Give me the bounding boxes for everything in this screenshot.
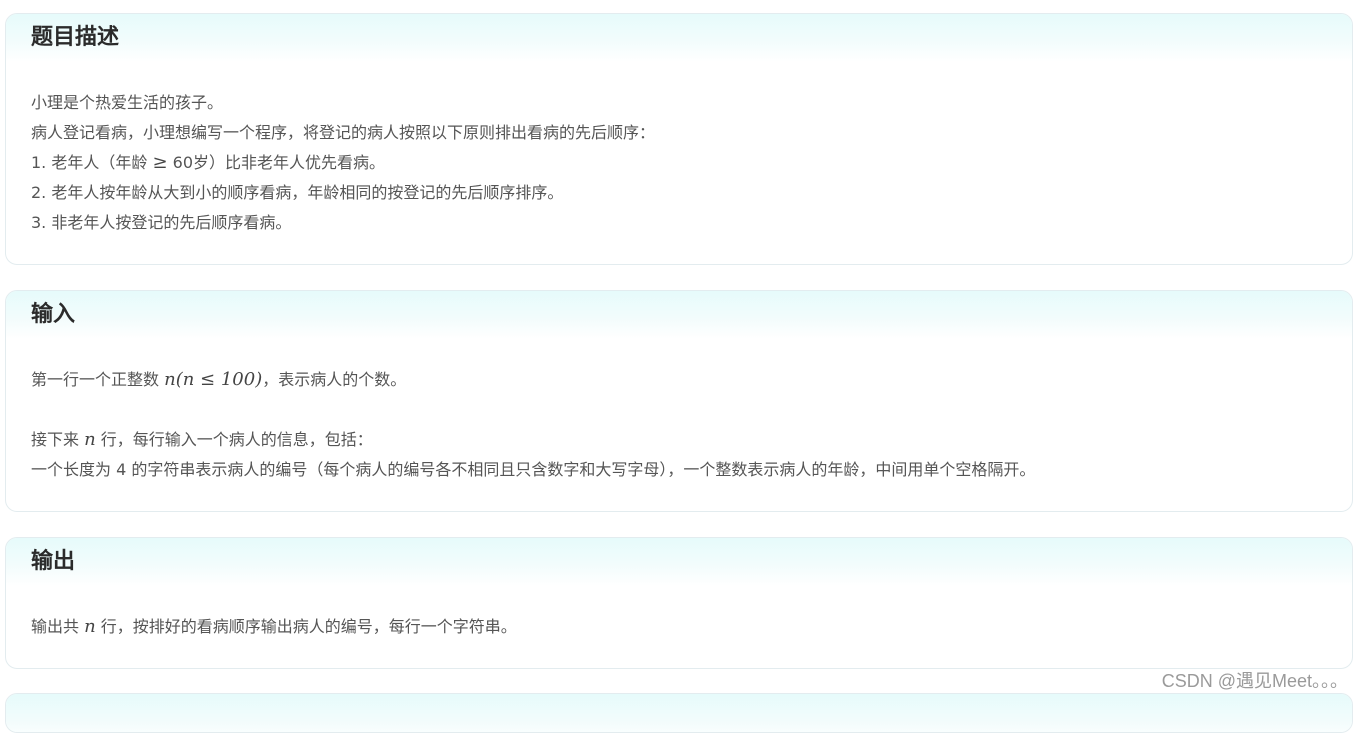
input-line-1-var: n bbox=[164, 369, 176, 390]
rule-1-post: 60岁）比非老年人优先看病。 bbox=[172, 153, 386, 172]
output-line-var: n bbox=[84, 616, 96, 637]
description-panel: 题目描述 小理是个热爱生活的孩子。 病人登记看病，小理想编写一个程序，将登记的病… bbox=[5, 13, 1353, 265]
input-line-2-var: n bbox=[84, 429, 96, 450]
description-heading: 题目描述 bbox=[31, 25, 120, 50]
input-line-2: 接下来 n 行，每行输入一个病人的信息，包括： bbox=[31, 429, 373, 451]
input-panel: 输入 第一行一个正整数 n(n ≤ 100)，表示病人的个数。 接下来 n 行，… bbox=[5, 290, 1353, 512]
description-line-2: 病人登记看病，小理想编写一个程序，将登记的病人按照以下原则排出看病的先后顺序： bbox=[31, 123, 656, 142]
description-line-4: 2. 老年人按年龄从大到小的顺序看病，年龄相同的按登记的先后顺序排序。 bbox=[31, 183, 564, 202]
input-header: 输入 bbox=[6, 291, 1352, 339]
description-header: 题目描述 bbox=[6, 14, 1352, 62]
input-line-1-pre: 第一行一个正整数 bbox=[31, 370, 160, 389]
output-header: 输出 bbox=[6, 538, 1352, 586]
rule-1-geq: ≥ bbox=[152, 152, 168, 173]
description-line-5: 3. 非老年人按登记的先后顺序看病。 bbox=[31, 213, 292, 232]
description-line-3: 1. 老年人（年龄 ≥ 60岁）比非老年人优先看病。 bbox=[31, 152, 385, 174]
input-line-2-pre: 接下来 bbox=[31, 430, 80, 449]
output-line-pre: 输出共 bbox=[31, 617, 80, 636]
input-line-1-post: ，表示病人的个数。 bbox=[262, 370, 407, 389]
output-panel: 输出 输出共 n 行，按排好的看病顺序输出病人的编号，每行一个字符串。 bbox=[5, 537, 1353, 669]
csdn-watermark: CSDN @遇见Meet。。。 bbox=[1161, 671, 1348, 691]
input-line-3: 一个长度为 4 的字符串表示病人的编号（每个病人的编号各不相同且只含数字和大写字… bbox=[31, 460, 1036, 479]
input-line-2-post: 行，每行输入一个病人的信息，包括： bbox=[100, 430, 373, 449]
description-line-1: 小理是个热爱生活的孩子。 bbox=[31, 93, 224, 112]
output-line-post: 行，按排好的看病顺序输出病人的编号，每行一个字符串。 bbox=[100, 617, 517, 636]
next-panel bbox=[5, 693, 1353, 733]
input-line-1: 第一行一个正整数 n(n ≤ 100)，表示病人的个数。 bbox=[31, 369, 406, 391]
input-line-1-math: (n ≤ 100) bbox=[175, 369, 263, 390]
output-heading: 输出 bbox=[31, 549, 76, 574]
next-panel-header bbox=[6, 694, 1352, 732]
input-heading: 输入 bbox=[31, 302, 76, 327]
rule-1-pre: 1. 老年人（年龄 bbox=[31, 153, 148, 172]
output-line-1: 输出共 n 行，按排好的看病顺序输出病人的编号，每行一个字符串。 bbox=[31, 616, 517, 638]
